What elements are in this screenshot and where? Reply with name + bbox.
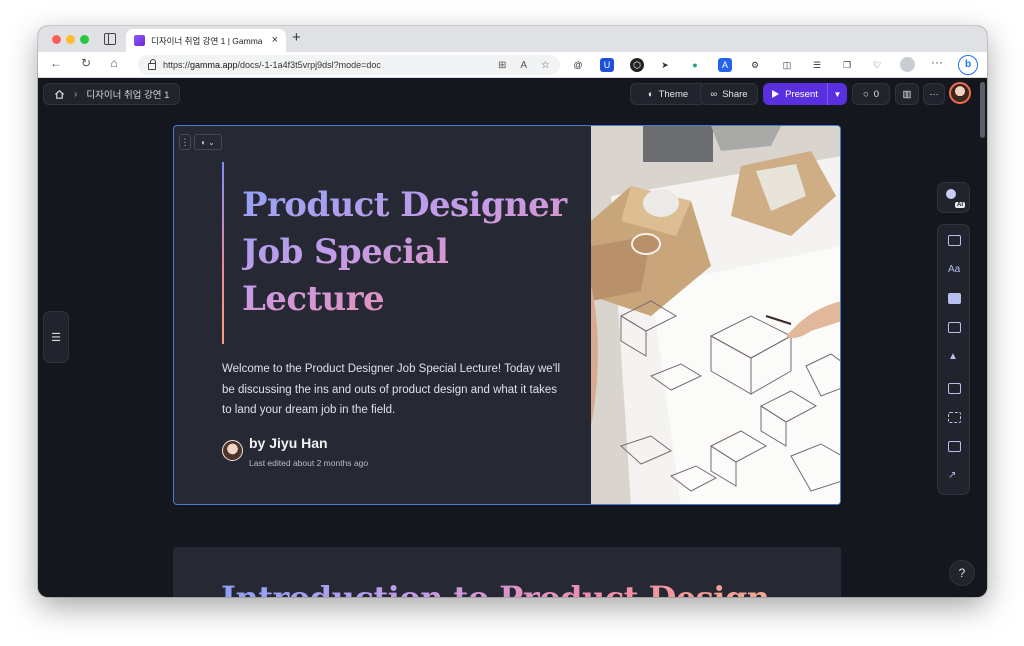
next-card-title[interactable]: Introduction to Product Design [221, 579, 770, 597]
present-main-button[interactable]: Present [763, 83, 827, 105]
title-card[interactable]: ⋮ ◐ ⌄ Product Designer Job Special Lectu… [173, 125, 841, 505]
zoom-window-button[interactable] [80, 35, 89, 44]
help-button[interactable]: ? [949, 560, 975, 586]
ai-assistant-button[interactable]: AI [937, 182, 970, 213]
menu-lines-icon: ☰ [51, 331, 61, 344]
app-available-icon[interactable]: ⊞ [498, 60, 506, 71]
user-avatar[interactable] [949, 82, 971, 104]
palette-icon: ◐ [201, 137, 207, 147]
home-icon[interactable] [54, 89, 65, 100]
page-scrollbar[interactable] [980, 82, 985, 138]
analytics-button[interactable]: ▥ [895, 83, 919, 105]
breadcrumb-doc-title[interactable]: 디자이너 취업 강연 1 [86, 87, 169, 101]
sidebar-toggle-icon[interactable] [104, 33, 116, 45]
share-button[interactable]: ∞ Share [700, 83, 758, 105]
robot-icon [946, 189, 956, 199]
present-button[interactable]: Present ▼ [763, 83, 847, 105]
favorite-star-icon[interactable]: ☆ [541, 60, 550, 71]
more-menu-button[interactable]: ··· [923, 83, 945, 105]
close-window-button[interactable] [52, 35, 61, 44]
bing-copilot-icon[interactable]: b [958, 55, 978, 75]
extension-bitwarden-icon[interactable]: U [600, 58, 614, 72]
card-image[interactable] [591, 126, 840, 504]
minimize-window-button[interactable] [66, 35, 75, 44]
chart-icon[interactable]: ↗ [948, 470, 956, 481]
comments-button[interactable]: ○ 0 [852, 83, 890, 105]
extension-copilot-icon[interactable]: @ [571, 58, 585, 72]
table-of-contents-button[interactable]: ☰ [43, 311, 69, 363]
extension-grammarly-icon[interactable]: ● [688, 58, 702, 72]
text-style-icon[interactable]: Aa [948, 264, 960, 275]
callout-icon[interactable] [948, 293, 961, 304]
extensions-puzzle-icon[interactable]: ⚙ [748, 58, 762, 72]
embed-icon[interactable] [948, 441, 961, 452]
next-card[interactable]: Introduction to Product Design [173, 547, 841, 597]
card-title[interactable]: Product Designer Job Special Lecture [242, 182, 582, 323]
design-sketch-image [591, 126, 840, 504]
browser-toolbar: ← ↻ ⌂ https://gamma.app/docs/-1-1a4f3t5v… [38, 52, 987, 78]
card-description[interactable]: Welcome to the Product Designer Job Spec… [222, 359, 567, 421]
gamma-app: › 디자이너 취업 강연 1 ◐ Theme ∞ Share Present ▼… [38, 78, 987, 597]
shapes-icon[interactable]: ▲ [948, 351, 958, 362]
favorites-icon[interactable]: ☰ [810, 58, 824, 72]
gamma-favicon-icon [134, 35, 145, 46]
more-options-icon[interactable]: ··· [931, 55, 943, 69]
tab-title: 디자이너 취업 강연 1 | Gamma [151, 35, 263, 46]
chevron-right-icon: › [74, 88, 78, 100]
card-options-icon[interactable]: ⋮ [179, 134, 191, 150]
new-tab-button[interactable]: + [292, 30, 301, 45]
title-card-content: ⋮ ◐ ⌄ Product Designer Job Special Lectu… [174, 126, 591, 504]
collections-icon[interactable]: ❐ [840, 58, 854, 72]
add-card-icon[interactable] [948, 235, 961, 246]
theme-button[interactable]: ◐ Theme [630, 83, 706, 105]
breadcrumb[interactable]: › 디자이너 취업 강연 1 [43, 83, 181, 105]
right-toolbar: AI Aa ▲ ↗ [937, 182, 970, 495]
video-icon[interactable] [948, 412, 961, 423]
lock-icon[interactable] [148, 59, 156, 70]
reload-icon[interactable]: ↻ [78, 57, 94, 69]
browser-tab-active[interactable]: 디자이너 취업 강연 1 | Gamma × [126, 29, 286, 52]
split-screen-icon[interactable]: ◫ [780, 58, 794, 72]
back-icon[interactable]: ← [48, 57, 64, 69]
tab-bar: 디자이너 취업 강연 1 | Gamma × + [38, 26, 987, 52]
author-name[interactable]: by Jiyu Han [249, 435, 328, 451]
comment-icon: ○ [862, 88, 869, 100]
browser-essentials-icon[interactable]: ♡ [870, 58, 884, 72]
present-button-label: Present [785, 88, 818, 100]
home-browser-icon[interactable]: ⌂ [106, 57, 122, 69]
extension-hexagon-icon[interactable]: ⬡ [630, 58, 644, 72]
play-icon [772, 90, 780, 98]
address-bar-actions: ⊞ A ☆ [498, 60, 550, 71]
accent-line [222, 162, 224, 344]
link-icon: ∞ [710, 88, 718, 100]
extension-translate-icon[interactable]: A [718, 58, 732, 72]
layout-icon[interactable] [948, 322, 961, 333]
author-avatar [222, 440, 243, 461]
more-horizontal-icon: ··· [929, 88, 939, 100]
address-bar[interactable]: https://gamma.app/docs/-1-1a4f3t5vrpj9ds… [138, 55, 560, 75]
theme-button-label: Theme [658, 88, 689, 100]
tab-close-icon[interactable]: × [272, 35, 278, 46]
extension-send-icon[interactable]: ➤ [658, 58, 672, 72]
chart-icon: ▥ [902, 88, 912, 100]
chevron-down-icon[interactable]: ▼ [827, 83, 847, 105]
image-icon[interactable] [948, 383, 961, 394]
insert-tools-panel: Aa ▲ ↗ [937, 224, 970, 495]
browser-window: 디자이너 취업 강연 1 | Gamma × + ← ↻ ⌂ https://g… [38, 26, 987, 597]
last-edited-text: Last edited about 2 months ago [249, 458, 369, 468]
chevron-down-icon: ⌄ [208, 137, 215, 147]
card-style-button[interactable]: ◐ ⌄ [194, 134, 222, 150]
share-button-label: Share [722, 88, 748, 100]
palette-icon: ◐ [647, 88, 654, 100]
url-text[interactable]: https://gamma.app/docs/-1-1a4f3t5vrpj9ds… [163, 60, 491, 70]
ai-badge: AI [955, 202, 965, 208]
read-aloud-icon[interactable]: A [520, 60, 527, 71]
profile-icon[interactable] [900, 57, 915, 72]
comments-count: 0 [873, 88, 880, 100]
